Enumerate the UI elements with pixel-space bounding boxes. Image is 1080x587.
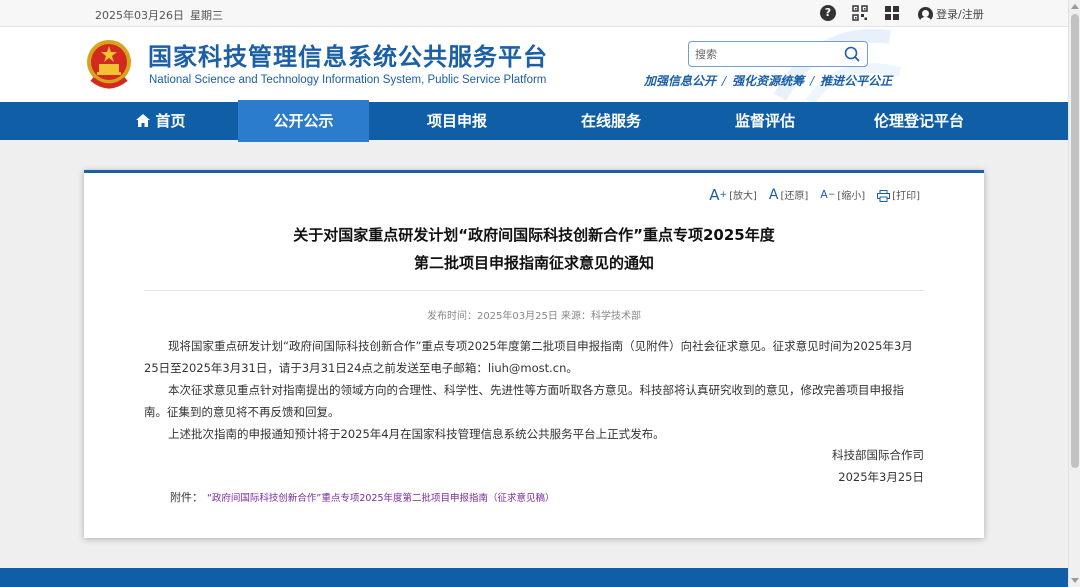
enlarge-font-button[interactable]: A+ [放大]: [709, 186, 757, 204]
article-body: 现将国家重点研发计划“政府间国际科技创新合作”重点专项2025年度第二批项目申报…: [144, 335, 924, 445]
shrink-font-button[interactable]: A− [缩小]: [820, 187, 865, 202]
footer-bar: [0, 568, 1068, 587]
title-divider: [144, 290, 924, 291]
article-title: 关于对国家重点研发计划“政府间国际科技创新合作”重点专项2025年度 第二批项目…: [84, 221, 984, 277]
nav-item-label: 伦理登记平台: [873, 112, 964, 130]
nav-item-project-application[interactable]: 项目申报: [380, 102, 534, 140]
current-weekday: 星期三: [190, 9, 223, 22]
publish-meta: 发布时间：2025年03月25日 来源：科学技术部: [426, 311, 642, 322]
user-icon: [918, 6, 933, 22]
nav-item-label: 在线服务: [580, 112, 641, 130]
restore-font-button[interactable]: A [还原]: [769, 187, 808, 202]
attachment-label: 附件：: [170, 491, 203, 504]
print-label: [打印]: [892, 191, 920, 202]
home-icon: [136, 114, 151, 127]
print-icon: [877, 190, 891, 202]
qr-code-icon[interactable]: [852, 5, 868, 21]
search-input[interactable]: [695, 45, 835, 63]
article-card: A+ [放大] A [还原] A− [缩小] [打印] 关于对国家重点研发计划“…: [84, 170, 984, 538]
shrink-label: [缩小]: [837, 191, 866, 202]
slogan-3: 推进公平公正: [820, 74, 893, 88]
nav-item-label: 首页: [155, 112, 186, 130]
main-nav: 首页 公开公示 项目申报 在线服务 监督评估 伦理登记平台: [0, 100, 1068, 142]
scroll-thumb[interactable]: [1071, 14, 1079, 468]
attachment: 附件： “政府间国际科技创新合作”重点专项2025年度第二批项目申报指南（征求意见…: [170, 489, 555, 505]
article-title-line-2: 第二批项目申报指南征求意见的通知: [413, 254, 654, 272]
nav-item-label: 监督评估: [734, 112, 795, 130]
scroll-down-arrow-icon[interactable]: [1071, 578, 1079, 583]
article-title-line-1: 关于对国家重点研发计划“政府间国际科技创新合作”重点专项2025年度: [293, 226, 775, 244]
enlarge-label: [放大]: [729, 191, 757, 202]
login-label: 登录/注册: [936, 8, 984, 21]
font-restore-icon: A: [768, 187, 779, 203]
nav-item-label: 公开公示: [273, 112, 334, 130]
top-bar: 2025年03月26日 星期三 ? 登录/注册: [0, 0, 1068, 27]
search-box: [688, 41, 868, 67]
slogan-separator: /: [722, 74, 727, 88]
restore-label: [还原]: [780, 191, 809, 202]
nav-item-label: 项目申报: [426, 112, 487, 130]
slogan-2: 强化资源统筹: [732, 74, 805, 88]
font-shrink-icon: A−: [820, 188, 836, 201]
site-title: 国家科技管理信息系统公共服务平台: [148, 43, 548, 71]
site-header: 国家科技管理信息系统公共服务平台 National Science and Te…: [0, 27, 1068, 102]
signature-department: 科技部国际合作司: [832, 448, 924, 462]
nav-item-supervision[interactable]: 监督评估: [688, 102, 842, 140]
nav-item-online-services[interactable]: 在线服务: [534, 102, 688, 140]
font-tools: A+ [放大] A [还原] A− [缩小] [打印]: [709, 186, 920, 204]
help-icon[interactable]: ?: [820, 5, 836, 21]
paragraph: 本次征求意见重点针对指南提出的领域方向的合理性、科学性、先进性等方面听取各方意见…: [144, 383, 904, 419]
print-button[interactable]: [打印]: [877, 187, 920, 202]
slogan-1: 加强信息公开: [644, 74, 717, 88]
paragraph: 现将国家重点研发计划“政府间国际科技创新合作”重点专项2025年度第二批项目申报…: [144, 339, 913, 375]
font-enlarge-icon: A+: [709, 186, 728, 204]
nav-item-ethics-registration[interactable]: 伦理登记平台: [842, 102, 996, 140]
nav-item-public-notices[interactable]: 公开公示: [238, 100, 369, 142]
scroll-up-arrow-icon[interactable]: [1071, 4, 1079, 9]
apps-grid-icon[interactable]: [884, 5, 900, 21]
nav-item-home[interactable]: 首页: [84, 102, 238, 140]
slogan-separator: /: [810, 74, 815, 88]
attachment-link[interactable]: “政府间国际科技创新合作”重点专项2025年度第二批项目申报指南（征求意见稿）: [207, 493, 555, 504]
national-emblem-icon: [87, 40, 131, 89]
paragraph: 上述批次指南的申报通知预计将于2025年4月在国家科技管理信息系统公共服务平台上…: [168, 427, 665, 441]
search-icon[interactable]: [843, 45, 861, 63]
current-date: 2025年03月26日: [95, 9, 184, 22]
signature-date: 2025年3月25日: [838, 470, 924, 484]
slogan: 加强信息公开 / 强化资源统筹 / 推进公平公正: [644, 72, 892, 89]
site-subtitle: National Science and Technology Informat…: [149, 74, 547, 86]
login-register-link[interactable]: 登录/注册: [918, 6, 984, 22]
vertical-scrollbar[interactable]: [1068, 0, 1080, 587]
